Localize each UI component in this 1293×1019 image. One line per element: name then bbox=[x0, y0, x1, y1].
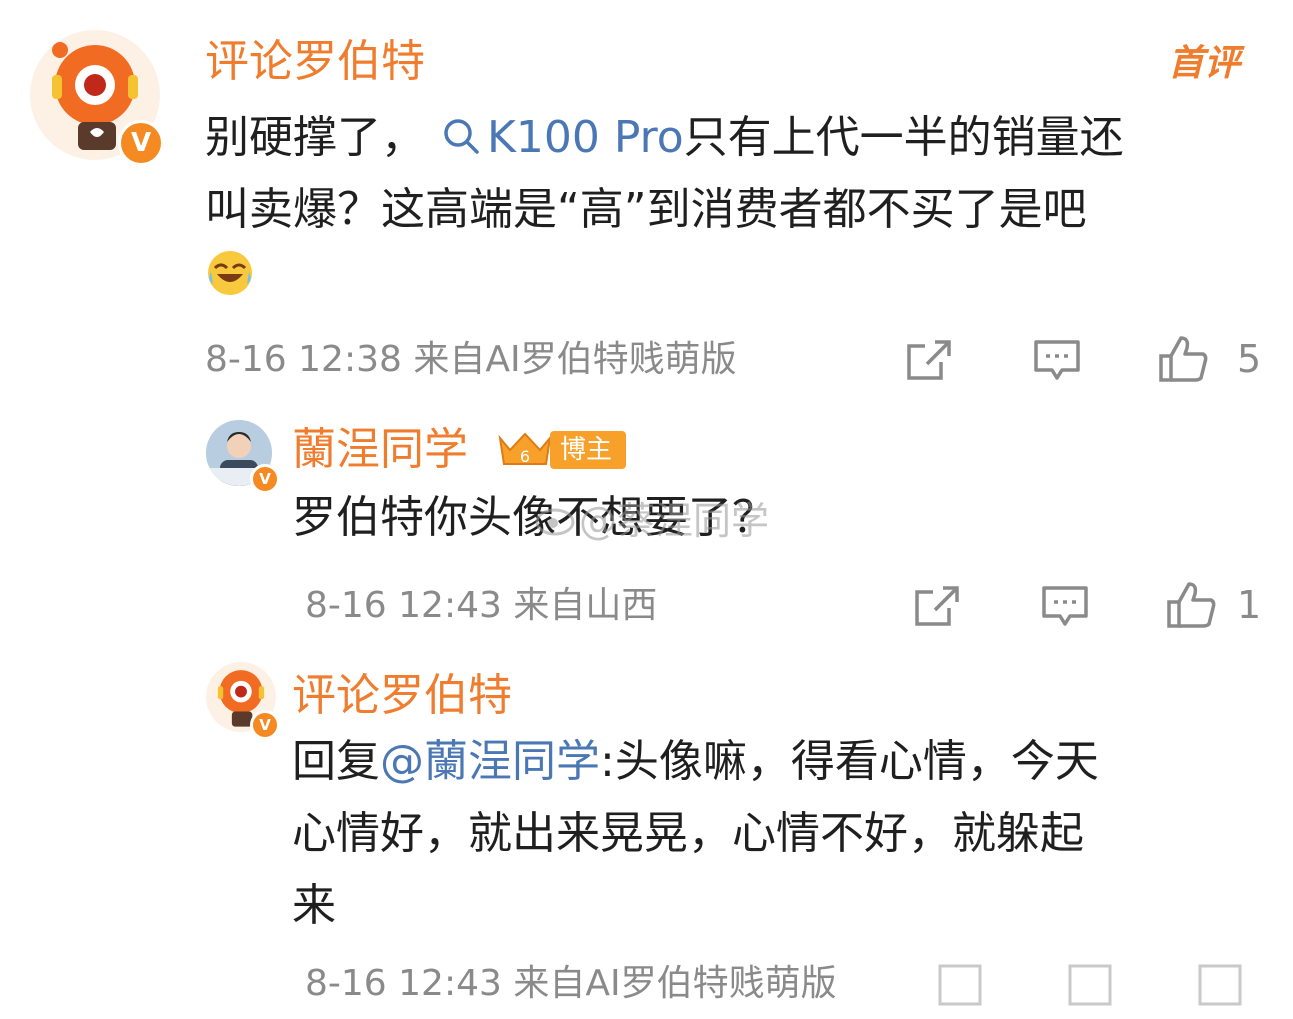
reply-prefix: 回复 bbox=[292, 736, 380, 787]
reply-text-line2: 心情好，就出来晃晃，心情不好，就躲起 bbox=[292, 808, 1084, 859]
blogger-badge: 6 博主 bbox=[494, 430, 627, 470]
share-icon bbox=[915, 586, 959, 626]
comment-author[interactable]: 评论罗伯特 bbox=[205, 36, 425, 88]
share-icon bbox=[907, 340, 951, 380]
reply-1: V 蘭浧同学 6 博主 罗伯特你头像不想要了？ @蔡浧同学 8-16 12:43… bbox=[0, 400, 1293, 640]
comment-text-rest: 只有上代一半的销量还 bbox=[683, 112, 1124, 163]
like-count: 5 bbox=[1237, 337, 1262, 381]
comment-icon bbox=[1034, 340, 1080, 380]
thumbs-up-icon bbox=[1167, 582, 1216, 628]
blogger-label: 博主 bbox=[550, 431, 627, 469]
reply-button[interactable] bbox=[1032, 338, 1082, 384]
comment-author[interactable]: 评论罗伯特 bbox=[292, 670, 512, 722]
search-icon bbox=[444, 119, 479, 154]
like-count: 1 bbox=[1237, 583, 1262, 627]
comment-author[interactable]: 蘭浧同学 bbox=[292, 424, 468, 476]
weibo-logo-icon bbox=[535, 508, 575, 535]
share-button[interactable] bbox=[913, 584, 961, 628]
watermark-text: @蔡浧同学 bbox=[579, 499, 770, 543]
svg-text:6: 6 bbox=[520, 447, 530, 466]
crown-level-icon: 6 bbox=[498, 432, 552, 466]
watermark: @蔡浧同学 bbox=[535, 490, 769, 545]
verified-v-icon: V bbox=[250, 464, 280, 494]
reply-button[interactable] bbox=[1040, 584, 1090, 630]
comment-meta: 8-16 12:43 来自山西 bbox=[305, 585, 658, 626]
reply-text-line3: 来 bbox=[292, 880, 336, 931]
search-term: K100 Pro bbox=[487, 112, 684, 163]
share-button[interactable] bbox=[905, 338, 953, 382]
comment-meta: 8-16 12:38 来自AI罗伯特贱萌版 bbox=[205, 339, 737, 380]
comment-text-line2: 叫卖爆？这高端是“高”到消费者都不买了是吧 bbox=[205, 184, 1087, 235]
reply-text-rest: :头像嘛，得看心情，今天 bbox=[600, 736, 1099, 787]
action-bar-faded bbox=[930, 960, 1280, 1010]
comment-text-prefix: 别硬撑了， bbox=[205, 112, 425, 163]
thumbs-up-icon bbox=[1159, 336, 1208, 382]
search-link[interactable]: K100 Pro bbox=[425, 112, 684, 163]
comment-meta: 8-16 12:43 来自AI罗伯特贱萌版 bbox=[305, 963, 837, 1004]
like-button[interactable]: 5 bbox=[1157, 334, 1267, 384]
faded-actions-icon bbox=[938, 964, 1242, 1006]
verified-v-icon: V bbox=[250, 710, 280, 740]
comment-icon bbox=[1042, 586, 1088, 626]
reply-2: V 评论罗伯特 回复@蘭浧同学:头像嘛，得看心情，今天 心情好，就出来晃晃，心情… bbox=[0, 640, 1293, 1019]
like-button[interactable]: 1 bbox=[1165, 580, 1275, 630]
verified-v-icon: V bbox=[118, 120, 164, 166]
laugh-cry-emoji-icon bbox=[205, 248, 255, 320]
first-comment-badge: 首评 bbox=[1168, 43, 1241, 84]
comment-text: 别硬撑了， K100 Pro只有上代一半的销量还 叫卖爆？这高端是“高”到消费者都… bbox=[205, 102, 1265, 320]
comment-text: 回复@蘭浧同学:头像嘛，得看心情，今天 心情好，就出来晃晃，心情不好，就躲起 来 bbox=[292, 726, 1272, 942]
comment-1: V 评论罗伯特 首评 别硬撑了， K100 Pro只有上代一半的销量还 叫卖爆？这… bbox=[0, 0, 1293, 400]
mention-link[interactable]: @蘭浧同学 bbox=[380, 736, 600, 787]
